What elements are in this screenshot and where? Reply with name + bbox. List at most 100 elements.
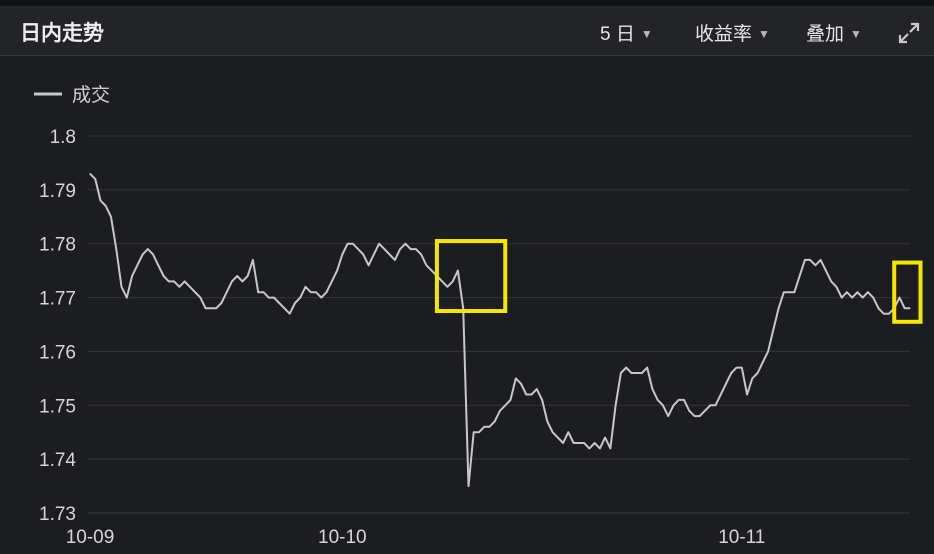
data-point bbox=[615, 404, 617, 406]
data-point bbox=[725, 383, 727, 385]
data-point bbox=[851, 297, 853, 299]
data-point bbox=[604, 437, 606, 439]
data-point bbox=[578, 442, 580, 444]
data-point bbox=[720, 393, 722, 396]
data-point bbox=[147, 248, 149, 250]
expand-icon[interactable] bbox=[896, 20, 922, 46]
data-point bbox=[657, 399, 659, 401]
data-point bbox=[299, 297, 301, 299]
line-chart: 1.8 1.79 1.78 1.77 1.76 1.75 1.74 1.7310-09 10-1… bbox=[34, 84, 923, 548]
data-point bbox=[467, 485, 470, 487]
data-point bbox=[751, 377, 753, 379]
data-point bbox=[136, 264, 138, 266]
series-line bbox=[89, 172, 910, 488]
data-point bbox=[257, 291, 259, 293]
data-point bbox=[667, 415, 669, 417]
data-point bbox=[410, 248, 412, 250]
data-point bbox=[767, 350, 769, 352]
chevron-down-icon: ▼ bbox=[850, 27, 862, 41]
data-point bbox=[94, 178, 96, 180]
data-point bbox=[678, 399, 680, 401]
data-point bbox=[709, 404, 711, 406]
data-point bbox=[573, 442, 575, 444]
data-point bbox=[142, 253, 144, 256]
data-point bbox=[835, 286, 838, 288]
data-point bbox=[683, 399, 685, 401]
data-point bbox=[336, 270, 338, 272]
data-point bbox=[636, 372, 638, 374]
data-point bbox=[415, 248, 417, 250]
data-point bbox=[662, 404, 664, 406]
data-point bbox=[536, 388, 538, 390]
data-point bbox=[499, 410, 501, 412]
data-point bbox=[793, 291, 796, 293]
data-point bbox=[641, 372, 643, 374]
data-point bbox=[877, 307, 880, 309]
overlay-dropdown[interactable]: 叠加 ▼ bbox=[806, 19, 862, 46]
data-point bbox=[310, 291, 312, 293]
data-point bbox=[126, 297, 128, 299]
data-point bbox=[651, 388, 654, 390]
data-point bbox=[804, 259, 806, 261]
data-point bbox=[867, 291, 869, 293]
data-point bbox=[283, 307, 286, 309]
data-point bbox=[904, 307, 906, 309]
y-tick-label: 1.77 bbox=[39, 289, 76, 310]
data-point bbox=[909, 307, 911, 309]
data-point bbox=[646, 367, 648, 369]
data-point bbox=[294, 302, 296, 304]
x-tick-label: 10-10 bbox=[318, 527, 367, 548]
metric-dropdown[interactable]: 收益率 ▼ bbox=[695, 19, 770, 46]
data-point bbox=[194, 291, 196, 293]
data-point bbox=[841, 297, 843, 299]
panel-header: 日内走势 5 日 ▼ 收益率 ▼ 叠加 ▼ bbox=[0, 6, 934, 56]
data-point bbox=[762, 361, 764, 363]
data-point bbox=[425, 264, 427, 266]
data-point bbox=[120, 286, 123, 288]
period-label: 5 日 bbox=[600, 24, 635, 45]
data-point bbox=[672, 404, 675, 406]
data-point bbox=[693, 415, 696, 417]
data-point bbox=[399, 248, 401, 250]
data-point bbox=[856, 291, 859, 293]
data-point bbox=[541, 399, 543, 401]
data-point bbox=[352, 243, 354, 245]
y-tick-label: 1.78 bbox=[39, 235, 76, 256]
data-point bbox=[509, 399, 512, 401]
chevron-down-icon: ▼ bbox=[758, 27, 770, 41]
data-point bbox=[89, 173, 91, 175]
data-point bbox=[320, 297, 322, 299]
data-point bbox=[152, 253, 154, 256]
data-point bbox=[778, 307, 780, 309]
data-point bbox=[730, 372, 732, 374]
data-point bbox=[688, 410, 690, 412]
data-point bbox=[357, 248, 359, 250]
data-point bbox=[457, 270, 459, 272]
data-point bbox=[488, 426, 491, 428]
data-point bbox=[525, 393, 527, 396]
data-point bbox=[530, 393, 533, 396]
y-tick-label: 1.8 bbox=[50, 127, 76, 148]
data-point bbox=[562, 442, 564, 444]
data-point bbox=[588, 447, 591, 449]
data-point bbox=[898, 297, 901, 299]
data-point bbox=[478, 431, 480, 433]
data-point bbox=[846, 291, 848, 293]
metric-label: 收益率 bbox=[695, 24, 753, 45]
data-point bbox=[157, 264, 159, 266]
data-point bbox=[704, 410, 706, 412]
y-tick-label: 1.74 bbox=[39, 450, 76, 471]
data-point bbox=[368, 264, 370, 266]
data-point bbox=[583, 442, 585, 444]
data-point bbox=[431, 270, 433, 272]
data-point bbox=[199, 297, 201, 299]
data-point bbox=[341, 253, 343, 256]
data-point bbox=[799, 275, 801, 277]
y-tick-label: 1.76 bbox=[39, 342, 76, 363]
x-tick-label: 10-11 bbox=[718, 527, 765, 548]
data-point bbox=[625, 367, 627, 369]
period-dropdown[interactable]: 5 日 ▼ bbox=[600, 19, 653, 46]
data-point bbox=[809, 259, 811, 261]
data-point bbox=[520, 383, 522, 385]
highlight-box bbox=[892, 260, 923, 324]
